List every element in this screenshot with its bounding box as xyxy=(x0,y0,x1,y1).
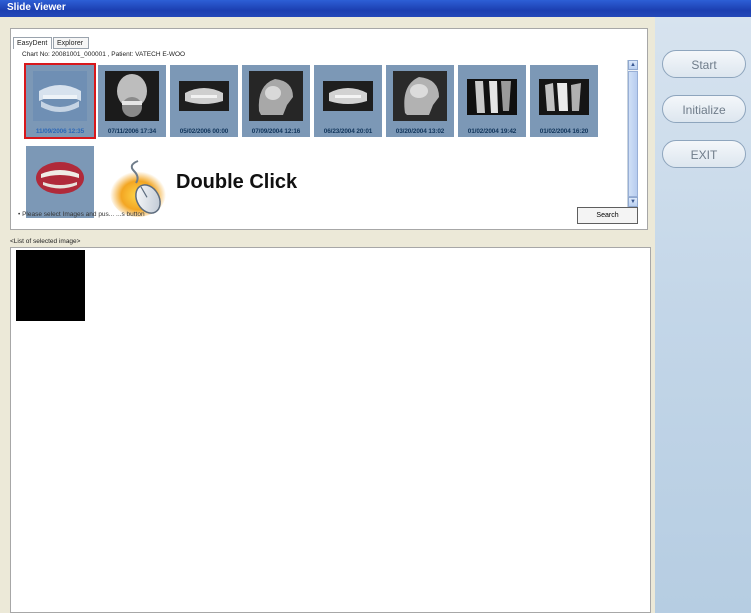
chart-info: Chart No: 20081001_000001 , Patient: VAT… xyxy=(22,51,186,58)
thumbnail-item[interactable]: 03/20/2004 13:02 xyxy=(386,65,454,137)
thumbnail-item[interactable]: 01/02/2004 19:42 xyxy=(458,65,526,137)
search-button[interactable]: Search xyxy=(577,207,638,224)
dental-cast-image xyxy=(33,71,87,121)
side-panel: Start Initialize EXIT xyxy=(655,17,751,613)
thumbnail-date: 11/09/2006 12:35 xyxy=(35,128,85,135)
window-title: Slide Viewer xyxy=(7,2,66,13)
thumbnail-item[interactable]: 11/09/2006 12:35 xyxy=(24,63,96,139)
initialize-button[interactable]: Initialize xyxy=(662,95,746,123)
vertical-scrollbar[interactable]: ▲ ▼ xyxy=(627,60,638,207)
thumbnail-item[interactable]: 07/11/2006 17:34 xyxy=(98,65,166,137)
thumbnail-date: 07/09/2004 12:16 xyxy=(251,128,301,135)
double-click-instruction: Double Click xyxy=(176,171,298,193)
exit-button[interactable]: EXIT xyxy=(662,140,746,168)
scroll-thumb[interactable] xyxy=(628,71,638,197)
mouse-icon xyxy=(110,160,166,217)
xray-panoramic-image xyxy=(177,71,231,121)
tab-explorer[interactable]: Explorer xyxy=(53,37,89,49)
thumbnail-date: 01/02/2004 16:20 xyxy=(539,128,589,135)
tab-easydent[interactable]: EasyDent xyxy=(13,37,52,49)
instruction-text: • Please select Images and pus... ...s b… xyxy=(18,211,145,218)
thumbnail-item[interactable]: 01/02/2004 16:20 xyxy=(530,65,598,137)
selected-image-preview[interactable] xyxy=(16,250,85,321)
start-button[interactable]: Start xyxy=(662,50,746,78)
thumbnail-item[interactable] xyxy=(26,146,94,218)
thumbnail-date: 07/11/2006 17:34 xyxy=(107,128,157,135)
thumbnail-item[interactable]: 07/09/2004 12:16 xyxy=(242,65,310,137)
scroll-up-icon[interactable]: ▲ xyxy=(628,60,638,70)
selected-images-panel xyxy=(10,247,651,613)
xray-periapical-image xyxy=(465,71,519,121)
thumbnail-item[interactable]: 05/02/2006 00:00 xyxy=(170,65,238,137)
thumbnail-date: 03/20/2004 13:02 xyxy=(395,128,445,135)
thumbnail-item[interactable]: 06/23/2004 20:01 xyxy=(314,65,382,137)
xray-panoramic-image xyxy=(321,71,375,121)
xray-ceph-image xyxy=(393,71,447,121)
xray-periapical-image xyxy=(537,71,591,121)
selected-list-label: <List of selected image> xyxy=(10,238,81,245)
title-bar: Slide Viewer xyxy=(0,0,751,17)
thumbnail-date: 05/02/2006 00:00 xyxy=(179,128,229,135)
thumbnail-date: 01/02/2004 19:42 xyxy=(467,128,517,135)
xray-pa-ceph-image xyxy=(105,71,159,121)
intraoral-photo-image xyxy=(33,152,87,202)
xray-ceph-image xyxy=(249,71,303,121)
thumbnail-date: 06/23/2004 20:01 xyxy=(323,128,373,135)
scroll-down-icon[interactable]: ▼ xyxy=(628,197,638,207)
